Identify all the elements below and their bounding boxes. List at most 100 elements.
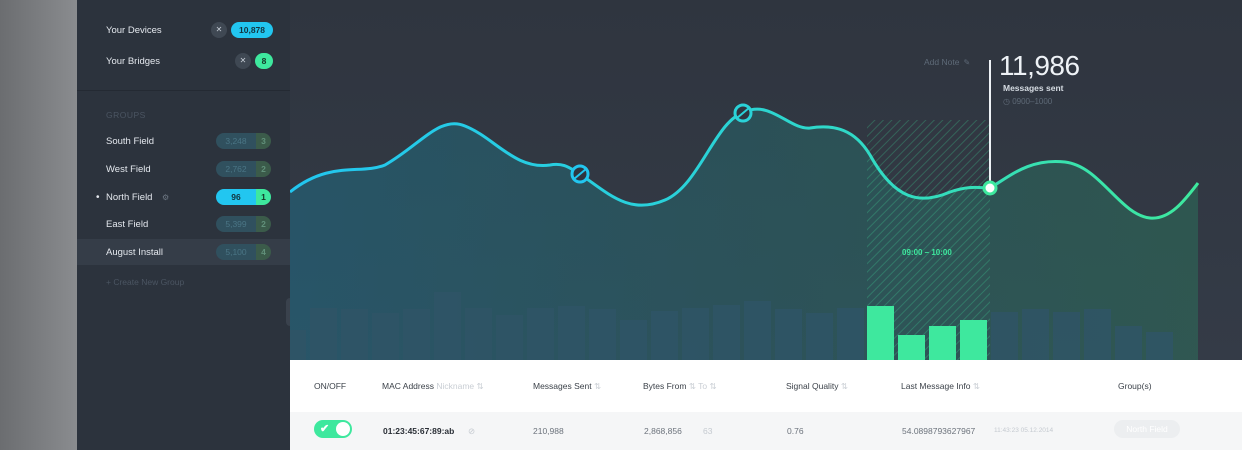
add-note-button[interactable]: Add Note ✎ xyxy=(924,57,970,67)
group-item-august-install[interactable]: August Install 5,100 4 xyxy=(77,239,290,265)
bar xyxy=(1022,309,1049,360)
bar xyxy=(589,309,616,360)
cell-bytes-to: 63 xyxy=(703,426,713,436)
bar xyxy=(744,301,771,360)
sort-icon[interactable]: ⇅ xyxy=(710,381,717,391)
sidebar: Your Devices ✕ 10,878 Your Bridges ✕ 8 G… xyxy=(77,0,290,450)
create-group-link[interactable]: + Create New Group xyxy=(106,277,184,287)
bar xyxy=(1115,326,1142,360)
bar xyxy=(1146,332,1173,360)
tooltip-range: ◷ 0900–1000 xyxy=(1003,97,1053,106)
sidebar-item-bridges[interactable]: Your Bridges ✕ 8 xyxy=(77,49,290,73)
group-label: North Field xyxy=(106,191,153,203)
bar xyxy=(713,305,740,360)
bar xyxy=(465,308,492,360)
bar xyxy=(290,330,306,360)
devices-table: ON/OFF MAC Address Nickname ⇅ Messages S… xyxy=(290,360,1242,450)
bar-highlighted xyxy=(960,320,987,360)
group-count-badge: 2 xyxy=(256,216,271,232)
col-header-last-message-label: Last Message Info xyxy=(901,381,971,391)
sort-icon[interactable]: ⇅ xyxy=(594,381,601,391)
bar xyxy=(620,320,647,360)
col-header-mac[interactable]: MAC Address Nickname ⇅ xyxy=(382,381,484,392)
bar xyxy=(837,308,864,360)
group-tag[interactable]: North Field xyxy=(1114,420,1180,438)
bar-highlighted xyxy=(898,335,925,360)
bar xyxy=(682,308,709,360)
add-note-label: Add Note xyxy=(924,57,960,67)
edit-icon[interactable]: ⊘ xyxy=(468,426,475,437)
bar xyxy=(310,308,337,360)
clear-icon[interactable]: ✕ xyxy=(211,22,227,38)
group-value-badge: 96 xyxy=(216,189,256,205)
cell-signal: 0.76 xyxy=(787,426,804,436)
bar xyxy=(558,306,585,360)
messages-chart xyxy=(290,60,1200,360)
bar xyxy=(991,312,1018,360)
tooltip-value: 11,986 xyxy=(999,50,1080,81)
group-count-badge: 1 xyxy=(256,189,271,205)
device-toggle[interactable]: ✔ xyxy=(314,420,352,438)
group-count-badge: 3 xyxy=(256,133,271,149)
bar xyxy=(527,308,554,360)
col-header-onoff[interactable]: ON/OFF xyxy=(314,381,346,391)
group-count-badge: 2 xyxy=(256,161,271,177)
group-value-badge: 2,762 xyxy=(216,161,256,177)
bar xyxy=(651,311,678,360)
bar xyxy=(1084,309,1111,360)
selected-range-label: 09:00 – 10:00 xyxy=(902,248,952,257)
sort-icon[interactable]: ⇅ xyxy=(477,381,484,391)
col-header-signal[interactable]: Signal Quality ⇅ xyxy=(786,381,848,392)
active-dot-icon: • xyxy=(96,191,100,203)
sidebar-item-devices[interactable]: Your Devices ✕ 10,878 xyxy=(77,18,290,42)
bar xyxy=(341,309,368,360)
bridges-count-badge: 8 xyxy=(255,53,273,69)
bar xyxy=(434,292,461,360)
tooltip-label: Messages sent xyxy=(1003,83,1064,93)
divider xyxy=(77,90,290,91)
col-header-last-message[interactable]: Last Message Info ⇅ xyxy=(901,381,980,392)
cell-mac: 01:23:45:67:89:ab xyxy=(383,426,455,436)
toggle-knob xyxy=(336,422,350,436)
bar xyxy=(403,309,430,360)
col-header-bytes[interactable]: Bytes From ⇅ To ⇅ xyxy=(643,381,717,392)
group-item-east-field[interactable]: East Field 5,399 2 xyxy=(77,212,290,236)
sidebar-item-label: Your Bridges xyxy=(106,55,161,67)
chart-panel: Add Note ✎ 11,986 Messages sent ◷ 0900–10… xyxy=(290,0,1242,360)
bar-highlighted xyxy=(929,326,956,360)
group-label: West Field xyxy=(106,163,151,175)
bar xyxy=(775,309,802,360)
col-header-bytes-to[interactable]: To xyxy=(698,381,707,391)
groups-heading: GROUPS xyxy=(106,110,146,120)
background-left xyxy=(0,0,77,450)
col-header-groups[interactable]: Group(s) xyxy=(1118,381,1152,391)
group-count-badge: 4 xyxy=(256,244,271,260)
col-header-bytes-from: Bytes From xyxy=(643,381,687,391)
selected-point xyxy=(982,180,998,196)
col-header-nickname[interactable]: Nickname xyxy=(436,381,474,391)
col-header-messages[interactable]: Messages Sent ⇅ xyxy=(533,381,601,392)
devices-count-badge: 10,878 xyxy=(231,22,273,38)
bar xyxy=(1053,312,1080,360)
group-label: South Field xyxy=(106,135,155,147)
group-value-badge: 3,248 xyxy=(216,133,256,149)
cell-last-message-time: 11:43:23 05.12.2014 xyxy=(994,427,1054,434)
clear-icon[interactable]: ✕ xyxy=(235,53,251,69)
cell-last-message: 54.0898793627967 xyxy=(902,426,976,436)
table-row[interactable]: ✔ 01:23:45:67:89:ab ⊘ 210,988 2,868,856 … xyxy=(290,412,1242,450)
sort-icon[interactable]: ⇅ xyxy=(841,381,848,391)
cell-bytes-from: 2,868,856 xyxy=(644,426,682,436)
group-value-badge: 5,399 xyxy=(216,216,256,232)
bar xyxy=(496,315,523,360)
cell-messages: 210,988 xyxy=(533,426,564,436)
group-item-north-field[interactable]: • North Field ⚙ 96 1 xyxy=(77,185,290,209)
group-item-south-field[interactable]: South Field 3,248 3 xyxy=(77,129,290,153)
bar-highlighted xyxy=(867,306,894,360)
group-item-west-field[interactable]: West Field 2,762 2 xyxy=(77,157,290,181)
sort-icon[interactable]: ⇅ xyxy=(689,381,696,391)
group-label: August Install xyxy=(106,246,164,258)
group-value-badge: 5,100 xyxy=(216,244,256,260)
gear-icon[interactable]: ⚙ xyxy=(162,193,169,202)
sort-icon[interactable]: ⇅ xyxy=(973,381,980,391)
check-icon: ✔ xyxy=(320,423,330,435)
